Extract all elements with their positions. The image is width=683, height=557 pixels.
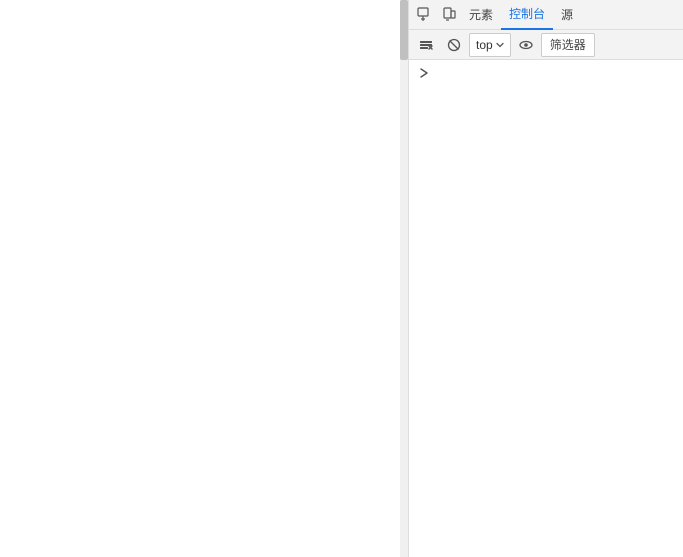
device-tab-icon[interactable]	[440, 6, 458, 24]
page-content-panel	[0, 0, 408, 557]
tab-source[interactable]: 源	[553, 0, 581, 30]
filter-button[interactable]: 筛选器	[541, 33, 595, 57]
block-button[interactable]	[441, 33, 467, 57]
chevron-right-icon	[417, 66, 431, 80]
expand-row[interactable]	[409, 64, 683, 82]
tab-elements[interactable]: 元素	[461, 0, 501, 30]
scrollbar-track[interactable]	[400, 0, 408, 557]
console-content	[409, 60, 683, 557]
app-layout: 元素 控制台 源	[0, 0, 683, 557]
console-toolbar: top 筛选器	[409, 30, 683, 60]
clear-console-button[interactable]	[413, 33, 439, 57]
chevron-down-icon	[496, 41, 504, 49]
tab-bar: 元素 控制台 源	[409, 0, 683, 30]
context-dropdown[interactable]: top	[469, 33, 511, 57]
inspect-tab-icon[interactable]	[416, 6, 434, 24]
visibility-button[interactable]	[513, 33, 539, 57]
scrollbar-thumb[interactable]	[400, 0, 408, 60]
tab-console[interactable]: 控制台	[501, 0, 553, 30]
devtools-panel: 元素 控制台 源	[408, 0, 683, 557]
